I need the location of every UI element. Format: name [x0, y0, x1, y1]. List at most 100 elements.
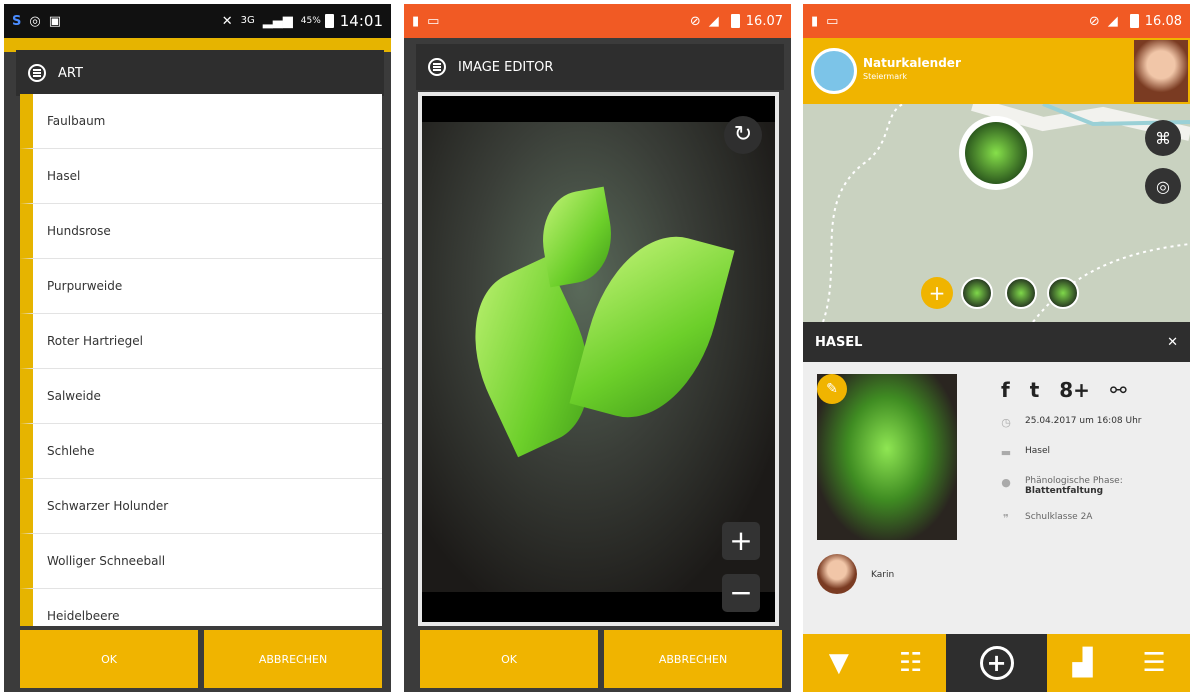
class-name: Schulklasse 2A [1025, 512, 1093, 522]
link-icon[interactable]: ⚯ [1110, 378, 1127, 402]
dot-icon: ● [1001, 476, 1011, 489]
phone-image-editor: ▮ ▭ ⊘ ◢ 16.07 IMAGE EDITOR ↻ + − OK ABBR… [404, 4, 791, 692]
species-list: Faulbaum Hasel Hundsrose Purpurweide Rot… [20, 94, 382, 626]
photo-thumbnail[interactable] [1047, 277, 1079, 309]
clock: 14:01 [339, 12, 383, 30]
list-icon [28, 64, 46, 82]
quote-icon: ❞ [1003, 512, 1009, 525]
observation-date: 25.04.2017 um 16:08 Uhr [1025, 416, 1142, 426]
list-item[interactable]: Purpurweide [20, 259, 382, 314]
rotate-button[interactable]: ↻ [724, 116, 762, 154]
user-avatar[interactable] [1134, 40, 1188, 102]
ok-button[interactable]: OK [420, 630, 598, 688]
app-subtitle: Steiermark [863, 72, 908, 81]
signal-icon: ◢ [1107, 13, 1118, 29]
zoom-in-button[interactable]: + [722, 522, 760, 560]
add-photo-button[interactable]: + [921, 277, 953, 309]
battery-icon [1129, 14, 1139, 28]
author-name: Karin [871, 570, 895, 580]
clock-icon: ◷ [1001, 416, 1011, 429]
detail-panel: ✎ f t 8+ ⚯ ◷ 25.04.2017 um 16:08 Uhr ▬ H… [803, 362, 1190, 634]
mute-icon: ⊘ [1088, 13, 1100, 29]
list-item[interactable]: Roter Hartriegel [20, 314, 382, 369]
map-view[interactable]: ⌘ ◎ + [803, 104, 1190, 322]
phase-row: ● Phänologische Phase: Blattentfaltung [999, 476, 1123, 496]
gallery-icon: ▣ [48, 13, 62, 29]
signal-icon: ◢ [708, 13, 719, 29]
cancel-button[interactable]: ABBRECHEN [604, 630, 782, 688]
bottom-nav: ▼ ☷ + ▟ ☰ [803, 634, 1190, 692]
binoculars-icon[interactable]: ⌘ [1145, 120, 1181, 156]
dialog-title: ART [58, 65, 83, 81]
phone-observation-detail: ▮ ▭ ⊘ ◢ 16.08 Naturkalender Steiermark ⌘… [803, 4, 1190, 692]
list-icon [428, 58, 446, 76]
zoom-out-button[interactable]: − [722, 574, 760, 612]
battery-icon [730, 14, 740, 28]
gallery-icon: ▭ [826, 13, 839, 29]
class-row: ❞ Schulklasse 2A [999, 512, 1092, 526]
share-icons: f t 8+ ⚯ [1001, 378, 1127, 402]
locate-icon[interactable]: ◎ [1145, 168, 1181, 204]
image-canvas[interactable]: ↻ + − [418, 92, 779, 626]
dialog-title: IMAGE EDITOR [458, 59, 554, 75]
status-bar: ▮ ▭ ⊘ ◢ 16.08 [803, 4, 1190, 38]
folder-icon: ▬ [1000, 446, 1012, 459]
signal-bars-icon: ▂▄▆ [262, 13, 293, 29]
battery-alert-icon: ▮ [412, 13, 420, 29]
photo-thumbnail[interactable] [961, 277, 993, 309]
filter-icon[interactable]: ▼ [803, 634, 875, 692]
status-bar: ▮ ▭ ⊘ ◢ 16.07 [404, 4, 791, 38]
list-item[interactable]: Wolliger Schneeball [20, 534, 382, 589]
gallery-icon: ▭ [427, 13, 440, 29]
dialog-buttons: OK ABBRECHEN [420, 630, 782, 688]
photo-thumbnail[interactable] [1005, 277, 1037, 309]
signal-icon: ✕ [221, 13, 233, 29]
species-name: Hasel [1025, 446, 1051, 456]
ok-button[interactable]: OK [20, 630, 198, 688]
detail-header: HASEL ✕ [803, 322, 1190, 362]
map-pin[interactable] [959, 116, 1033, 190]
add-observation-button[interactable]: + [946, 634, 1047, 692]
app-logo[interactable] [811, 48, 857, 94]
mute-icon: ⊘ [689, 13, 701, 29]
list-view-icon[interactable]: ☷ [875, 634, 947, 692]
detail-title: HASEL [815, 334, 863, 350]
list-item[interactable]: Heidelbeere [20, 589, 382, 626]
battery-icon [324, 14, 334, 28]
list-item[interactable]: Hundsrose [20, 204, 382, 259]
list-item[interactable]: Schlehe [20, 424, 382, 479]
app-header: Naturkalender Steiermark [803, 38, 1190, 104]
clock: 16.08 [1144, 13, 1182, 29]
clock: 16.07 [745, 13, 783, 29]
list-item[interactable]: Salweide [20, 369, 382, 424]
leaf-shape [534, 186, 620, 288]
list-item[interactable]: Faulbaum [20, 94, 382, 149]
pencil-icon[interactable]: ✎ [817, 374, 847, 404]
dialog-header: ART [16, 50, 384, 96]
battery-percent: 45% [300, 16, 321, 26]
pin-photo [965, 122, 1027, 184]
status-bar: S ◎ ▣ ✕ 3G ▂▄▆ 45% 14:01 [4, 4, 391, 38]
dialog-buttons: OK ABBRECHEN [20, 630, 382, 688]
dialog-header: IMAGE EDITOR [416, 44, 784, 90]
list-item[interactable]: Schwarzer Holunder [20, 479, 382, 534]
skype-icon: S [12, 13, 22, 29]
species-row: ▬ Hasel [999, 446, 1050, 460]
statistics-icon[interactable]: ▟ [1047, 634, 1119, 692]
google-plus-icon[interactable]: 8+ [1059, 378, 1090, 402]
plant-photo [422, 122, 775, 592]
plus-circle-icon: + [979, 646, 1014, 680]
facebook-icon[interactable]: f [1001, 378, 1010, 402]
whatsapp-icon: ◎ [29, 13, 41, 29]
close-icon[interactable]: ✕ [1167, 335, 1178, 350]
menu-icon[interactable]: ☰ [1118, 634, 1190, 692]
avatar[interactable] [817, 554, 857, 594]
twitter-icon[interactable]: t [1030, 378, 1040, 402]
date-row: ◷ 25.04.2017 um 16:08 Uhr [999, 416, 1142, 430]
phase-value: Blattentfaltung [1025, 486, 1104, 496]
network-type: 3G [240, 15, 255, 26]
phase-label: Phänologische Phase: [1025, 476, 1123, 486]
app-title: Naturkalender [863, 56, 961, 70]
cancel-button[interactable]: ABBRECHEN [204, 630, 382, 688]
list-item[interactable]: Hasel [20, 149, 382, 204]
